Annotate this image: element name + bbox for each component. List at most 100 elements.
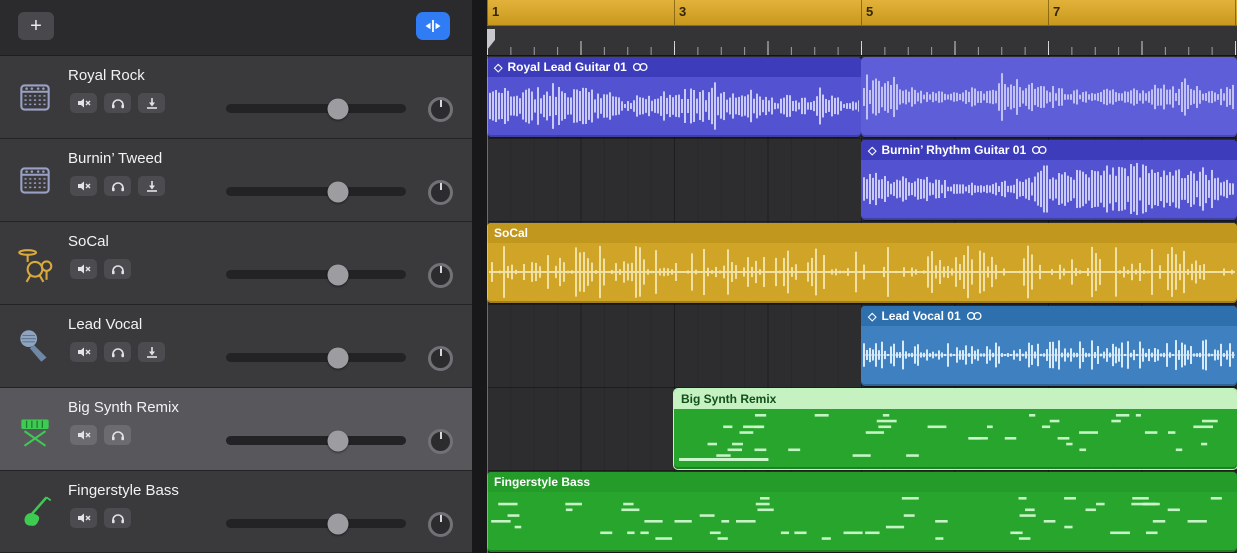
loop-badge-icon [1031, 145, 1048, 155]
volume-slider[interactable] [226, 519, 406, 528]
headphones-button[interactable] [104, 93, 131, 113]
amp-icon [14, 76, 56, 118]
pan-knob[interactable] [428, 346, 453, 371]
track-controls [70, 508, 131, 528]
mic-icon [14, 325, 56, 367]
synth-icon [14, 408, 56, 450]
region-header: ◇ Lead Vocal 01 [861, 306, 1237, 326]
follow-tempo-icon: ◇ [868, 310, 876, 323]
track-name: Fingerstyle Bass [68, 482, 179, 499]
track-row-big-synth-remix[interactable]: Big Synth Remix [0, 388, 472, 471]
volume-thumb[interactable] [327, 347, 348, 368]
region-royal-lead-guitar[interactable]: ◇ Royal Lead Guitar 01 [487, 57, 861, 137]
mute-button[interactable] [70, 176, 97, 196]
bar-number: 3 [679, 4, 686, 19]
midi-notes [489, 493, 1235, 549]
bar-line [1048, 0, 1049, 25]
audio-waveform [489, 244, 1235, 300]
snap-to-grid-icon [424, 19, 442, 33]
volume-slider[interactable] [226, 436, 406, 445]
volume-slider[interactable] [226, 104, 406, 113]
volume-thumb[interactable] [327, 513, 348, 534]
mute-button[interactable] [70, 342, 97, 362]
region-big-synth-remix[interactable]: Big Synth Remix [674, 389, 1237, 469]
track-controls [70, 425, 131, 445]
input-monitor-button[interactable] [138, 93, 165, 113]
track-header-panel: + Royal Rock [0, 0, 472, 553]
pan-knob[interactable] [428, 263, 453, 288]
region-lead-vocal[interactable]: ◇ Lead Vocal 01 [861, 306, 1237, 386]
midi-notes [676, 410, 1235, 466]
snap-button[interactable] [416, 12, 450, 40]
volume-thumb[interactable] [327, 181, 348, 202]
track-controls [70, 93, 165, 113]
track-name: SoCal [68, 233, 109, 250]
loop-badge-icon [966, 311, 983, 321]
bar-ruler[interactable]: 1 3 5 7 [487, 0, 1237, 26]
track-row-lead-vocal[interactable]: Lead Vocal [0, 305, 472, 388]
audio-waveform [863, 60, 1235, 134]
track-name: Lead Vocal [68, 316, 142, 333]
headphones-button[interactable] [104, 259, 131, 279]
region-label: SoCal [494, 226, 528, 240]
headphones-button[interactable] [104, 508, 131, 528]
region-header: ◇ Burnin’ Rhythm Guitar 01 [861, 140, 1237, 160]
track-controls [70, 259, 131, 279]
headphones-button[interactable] [104, 425, 131, 445]
headphones-button[interactable] [104, 342, 131, 362]
follow-tempo-icon: ◇ [494, 61, 502, 74]
input-monitor-button[interactable] [138, 342, 165, 362]
playhead-line [487, 56, 488, 553]
beat-ruler[interactable] [487, 26, 1237, 56]
garageband-window: + Royal Rock [0, 0, 1237, 553]
input-monitor-button[interactable] [138, 176, 165, 196]
region-royal-lead-guitar-loop[interactable] [861, 57, 1237, 137]
pan-knob[interactable] [428, 180, 453, 205]
headphones-button[interactable] [104, 176, 131, 196]
region-header: SoCal [487, 223, 1237, 243]
audio-waveform [863, 327, 1235, 383]
panel-divider[interactable] [472, 0, 487, 553]
region-burnin-rhythm-guitar[interactable]: ◇ Burnin’ Rhythm Guitar 01 [861, 140, 1237, 220]
volume-thumb[interactable] [327, 264, 348, 285]
track-toolbar: + [0, 0, 472, 56]
audio-waveform [489, 78, 859, 134]
pan-knob[interactable] [428, 429, 453, 454]
pan-knob[interactable] [428, 512, 453, 537]
region-header: Fingerstyle Bass [487, 472, 1237, 492]
track-name: Big Synth Remix [68, 399, 179, 416]
drums-icon [14, 242, 56, 284]
bar-number: 1 [492, 4, 499, 19]
pan-knob[interactable] [428, 97, 453, 122]
amp-icon [14, 159, 56, 201]
track-row-fingerstyle-bass[interactable]: Fingerstyle Bass [0, 471, 472, 553]
track-name: Royal Rock [68, 67, 145, 84]
region-header: ◇ Royal Lead Guitar 01 [487, 57, 861, 77]
track-row-royal-rock[interactable]: Royal Rock [0, 56, 472, 139]
track-row-burnin-tweed[interactable]: Burnin’ Tweed [0, 139, 472, 222]
volume-thumb[interactable] [327, 98, 348, 119]
audio-waveform [863, 161, 1235, 217]
mute-button[interactable] [70, 425, 97, 445]
region-label: Big Synth Remix [681, 392, 776, 406]
mute-button[interactable] [70, 93, 97, 113]
volume-slider[interactable] [226, 270, 406, 279]
add-track-button[interactable]: + [18, 12, 54, 40]
bar-line [674, 0, 675, 25]
mute-button[interactable] [70, 259, 97, 279]
volume-thumb[interactable] [327, 430, 348, 451]
volume-slider[interactable] [226, 187, 406, 196]
bar-line [861, 0, 862, 25]
region-socal[interactable]: SoCal [487, 223, 1237, 303]
region-fingerstyle-bass[interactable]: Fingerstyle Bass [487, 472, 1237, 552]
loop-badge-icon [632, 62, 649, 72]
bar-number: 7 [1053, 4, 1060, 19]
bar-number: 5 [866, 4, 873, 19]
timeline: 1 3 5 7 ◇ Royal Lead Guitar 01 [487, 0, 1237, 553]
region-label: Royal Lead Guitar 01 [507, 60, 626, 74]
mute-button[interactable] [70, 508, 97, 528]
playhead-handle[interactable] [487, 29, 495, 50]
arrange-area[interactable]: ◇ Royal Lead Guitar 01 ◇ Burnin’ Rhythm … [487, 56, 1237, 553]
volume-slider[interactable] [226, 353, 406, 362]
track-row-socal[interactable]: SoCal [0, 222, 472, 305]
